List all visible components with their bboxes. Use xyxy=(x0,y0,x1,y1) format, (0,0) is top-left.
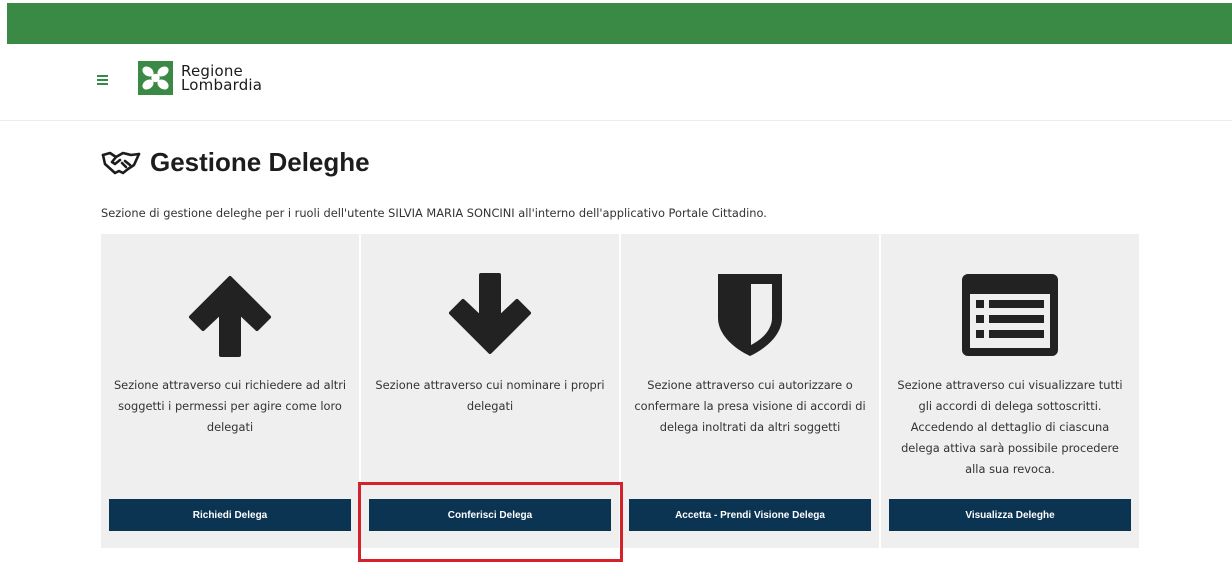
card-description: Sezione attraverso cui nominare i propri… xyxy=(375,378,605,413)
card-description: Sezione attraverso cui visualizzare tutt… xyxy=(897,378,1123,476)
card-description: Sezione attraverso cui autorizzare o con… xyxy=(634,378,866,434)
page-subtitle: Sezione di gestione deleghe per i ruoli … xyxy=(101,206,767,220)
arrow-up-icon xyxy=(189,276,271,357)
logo-line2: Lombardia xyxy=(181,76,263,94)
top-bar xyxy=(7,3,1232,44)
card-description: Sezione attraverso cui richiedere ad alt… xyxy=(113,378,347,434)
shield-icon xyxy=(718,274,782,356)
card-visualizza-deleghe: Sezione attraverso cui visualizzare tutt… xyxy=(881,234,1139,548)
cards-grid: Sezione attraverso cui richiedere ad alt… xyxy=(101,234,1139,548)
arrow-down-icon xyxy=(449,273,531,354)
conferisci-delega-button[interactable]: Conferisci Delega xyxy=(369,499,611,531)
card-accetta-delega: Sezione attraverso cui autorizzare o con… xyxy=(621,234,879,548)
card-conferisci-delega: Sezione attraverso cui nominare i propri… xyxy=(361,234,619,548)
card-richiedi-delega: Sezione attraverso cui richiedere ad alt… xyxy=(101,234,359,548)
hamburger-icon[interactable] xyxy=(97,75,108,85)
handshake-icon xyxy=(101,151,141,175)
richiedi-delega-button[interactable]: Richiedi Delega xyxy=(109,499,351,531)
site-header: Regione Lombardia xyxy=(0,44,1232,121)
logo-text: Regione Lombardia xyxy=(181,64,263,94)
page-title: Gestione Deleghe xyxy=(101,144,370,180)
list-icon xyxy=(962,274,1058,356)
accetta-prendi-visione-delega-button[interactable]: Accetta - Prendi Visione Delega xyxy=(629,499,871,531)
regione-lombardia-logo-icon[interactable] xyxy=(138,61,173,95)
page-title-text: Gestione Deleghe xyxy=(150,146,370,177)
visualizza-deleghe-button[interactable]: Visualizza Deleghe xyxy=(889,499,1131,531)
